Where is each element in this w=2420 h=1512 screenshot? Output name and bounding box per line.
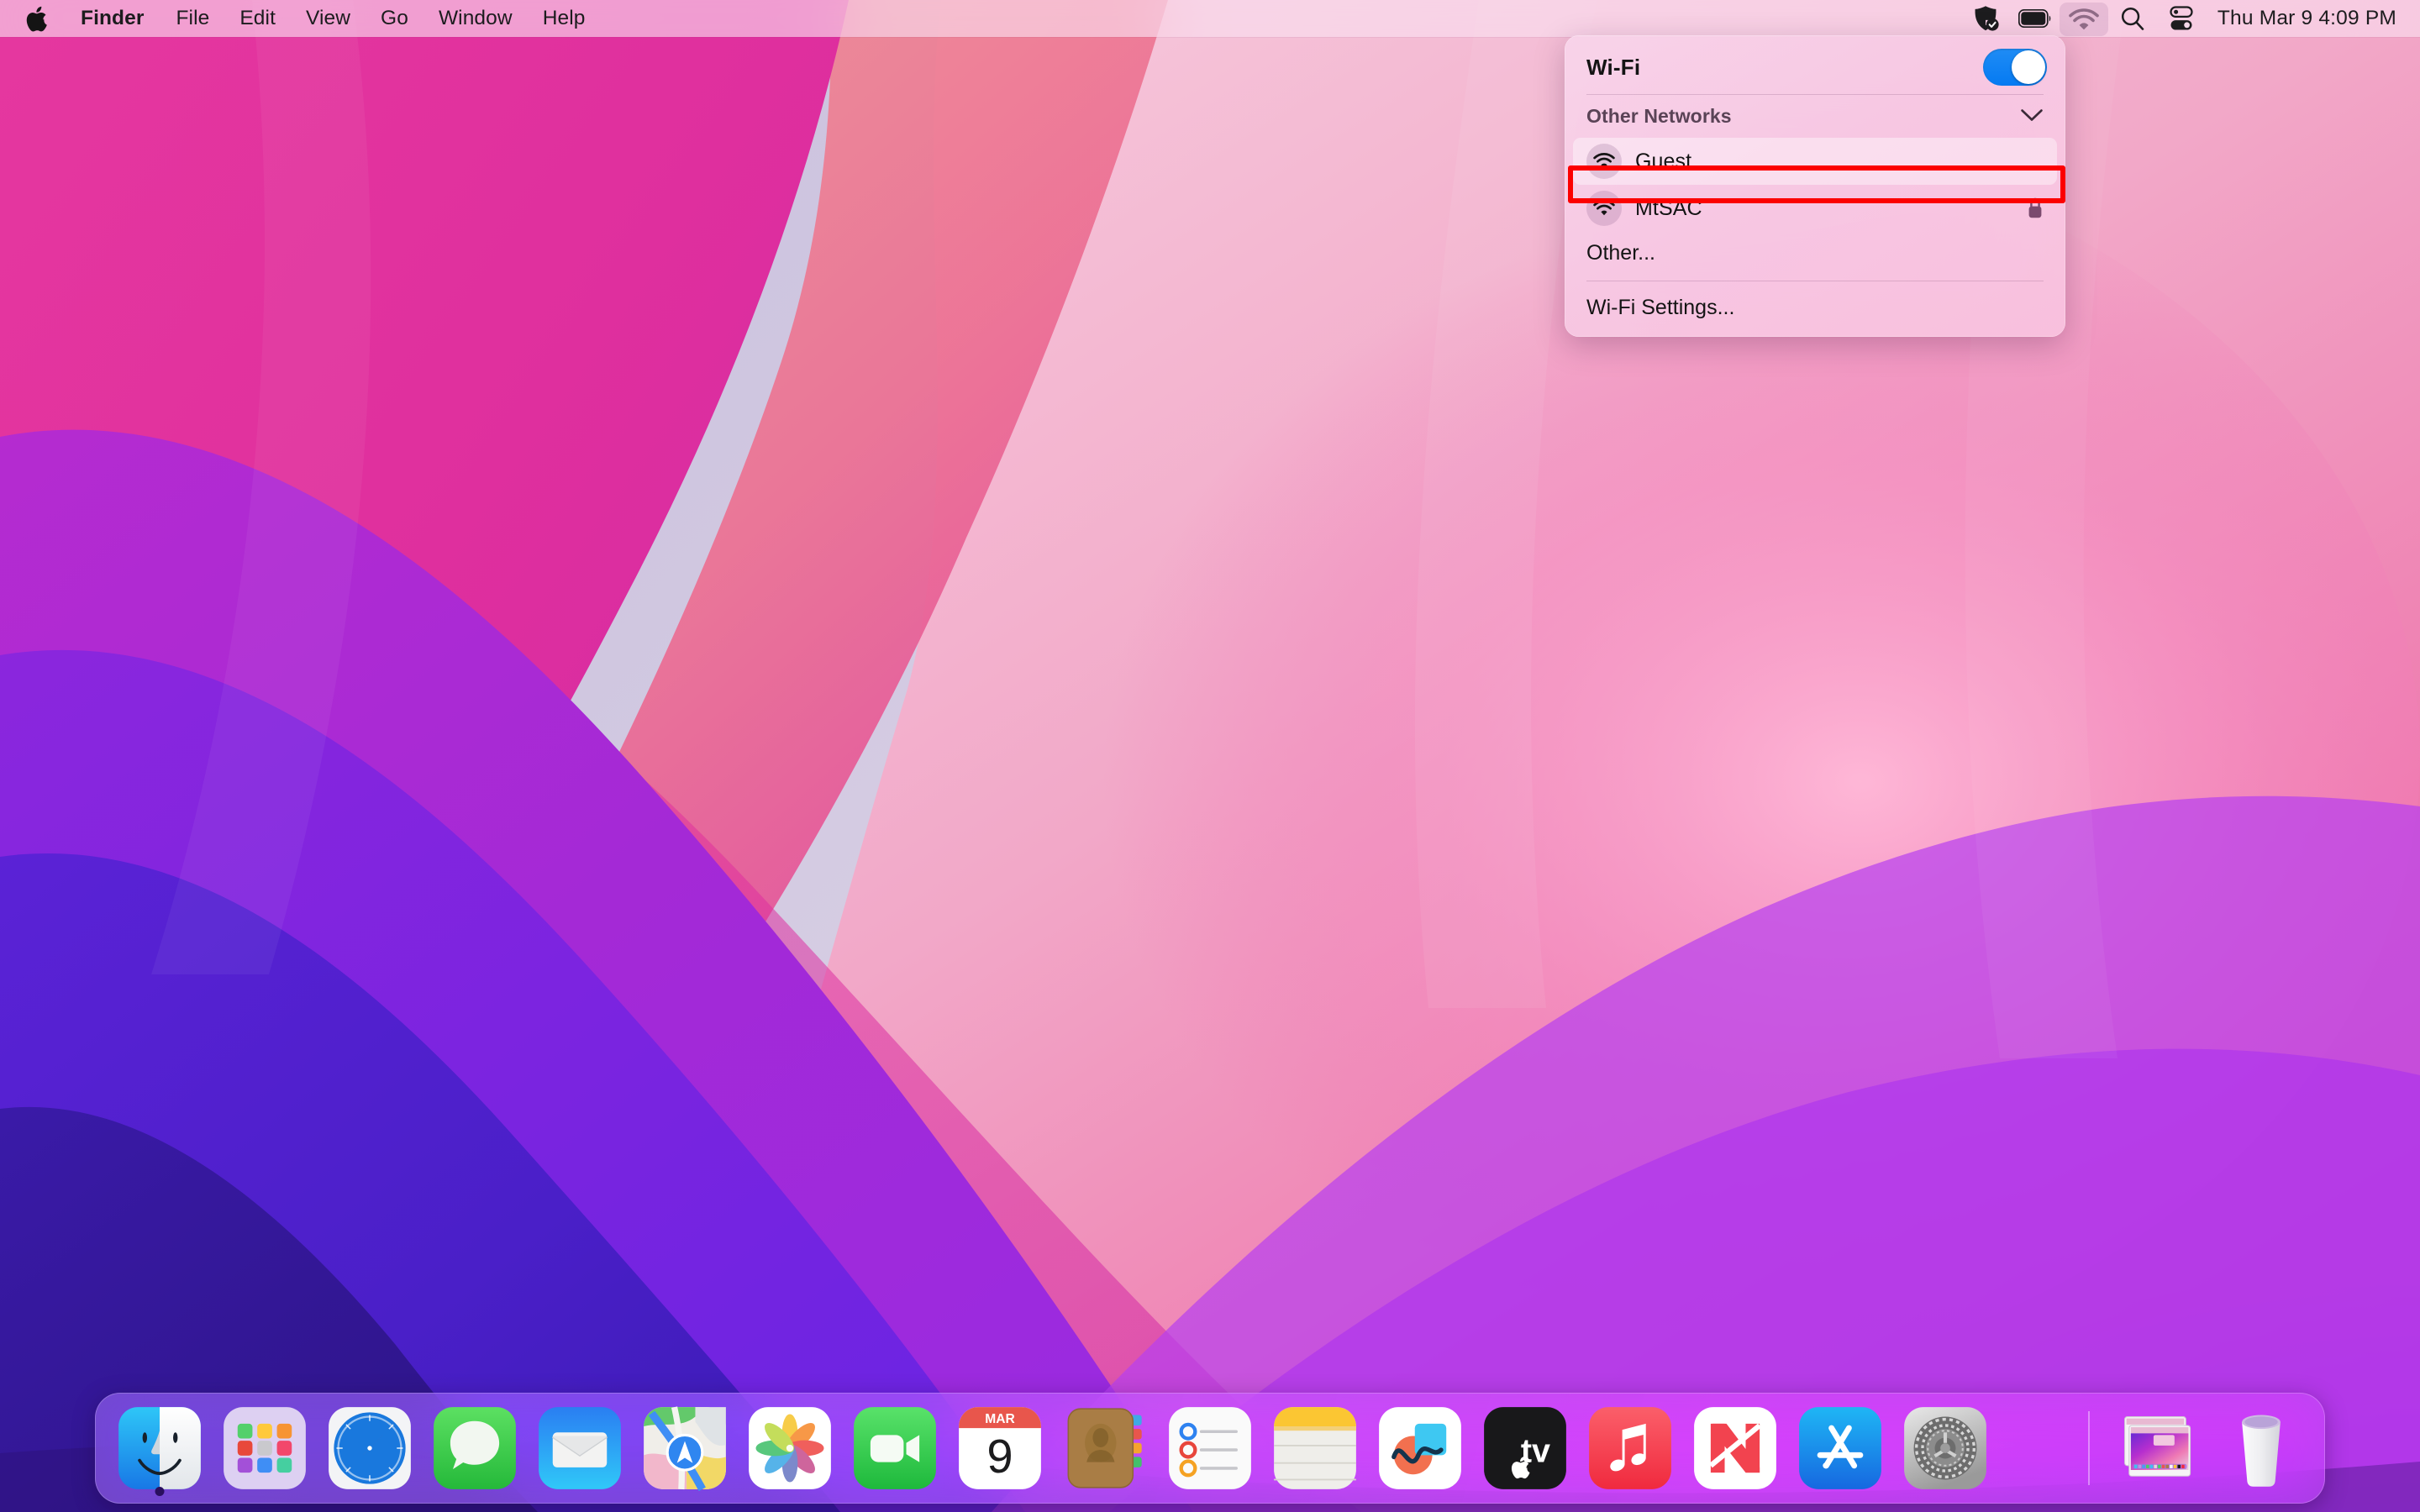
photos-icon (748, 1407, 831, 1489)
menu-bar-clock[interactable]: Thu Mar 9 4:09 PM (2206, 7, 2402, 30)
messages-icon (433, 1407, 516, 1489)
reminders-icon (1168, 1407, 1251, 1489)
system-settings-icon (1903, 1407, 1986, 1489)
contacts-icon (1067, 1408, 1142, 1488)
dock-item-calendar[interactable]: MAR 9 (947, 1393, 1052, 1504)
dock-item-system-settings[interactable] (1892, 1393, 1997, 1504)
menu-bar: Finder File Edit View Go Window Help Thu… (0, 0, 2420, 37)
other-networks-section-header[interactable]: Other Networks (1565, 95, 2065, 138)
appstore-icon (1798, 1407, 1881, 1489)
dock-item-contacts[interactable] (1052, 1393, 1157, 1504)
menu-item-finder[interactable]: Finder (60, 7, 160, 31)
menu-bar-app-menus: Finder File Edit View Go Window Help (0, 6, 600, 32)
shield-check-icon[interactable] (1962, 0, 2011, 37)
dock-item-reminders[interactable] (1157, 1393, 1262, 1504)
music-icon (1588, 1407, 1671, 1489)
other-label: Other... (1586, 240, 1655, 265)
calendar-day: 9 (986, 1430, 1013, 1483)
menu-item-go[interactable]: Go (366, 7, 424, 31)
wifi-dropdown-panel: Wi-Fi Other Networks Guest MtSAC Other..… (1565, 35, 2065, 337)
dock-item-screenshot-stack[interactable] (2103, 1393, 2208, 1504)
dock-item-mail[interactable] (527, 1393, 632, 1504)
dock-item-news[interactable] (1682, 1393, 1787, 1504)
dock-item-maps[interactable] (632, 1393, 737, 1504)
appletv-icon: tv (1483, 1407, 1566, 1489)
dock-item-messages[interactable] (422, 1393, 527, 1504)
running-indicator (155, 1487, 164, 1496)
menu-item-file[interactable]: File (160, 7, 224, 31)
menu-item-window[interactable]: Window (424, 7, 528, 31)
menu-item-help[interactable]: Help (528, 7, 601, 31)
desktop: Finder File Edit View Go Window Help Thu… (0, 0, 2420, 1512)
safari-icon (328, 1407, 411, 1489)
notes-icon (1273, 1407, 1356, 1489)
apple-logo-icon[interactable] (22, 6, 60, 32)
menu-item-view[interactable]: View (291, 7, 366, 31)
lock-icon (2027, 197, 2044, 219)
wifi-icon[interactable] (2059, 3, 2108, 36)
dock-item-appletv[interactable]: tv (1472, 1393, 1577, 1504)
wifi-panel-header: Wi-Fi (1565, 35, 2065, 94)
dock-item-safari[interactable] (317, 1393, 422, 1504)
dock: MAR 9 tv (95, 1393, 2325, 1504)
wifi-panel-title: Wi-Fi (1586, 54, 1641, 80)
dock-item-trash[interactable] (2208, 1393, 2313, 1504)
facetime-icon (853, 1407, 936, 1489)
screenshot-stack-icon (2123, 1416, 2191, 1477)
wifi-toggle-switch[interactable] (1983, 49, 2047, 86)
wifi-icon (1586, 191, 1622, 226)
mail-icon (538, 1407, 621, 1489)
dock-item-photos[interactable] (737, 1393, 842, 1504)
news-icon (1693, 1407, 1776, 1489)
dock-item-launchpad[interactable] (212, 1393, 317, 1504)
battery-icon[interactable] (2011, 0, 2060, 37)
trash-icon (2241, 1415, 2281, 1487)
freeform-icon (1378, 1407, 1461, 1489)
dock-item-appstore[interactable] (1787, 1393, 1892, 1504)
network-name-mtsac: MtSAC (1635, 196, 1702, 220)
calendar-icon: MAR 9 (958, 1407, 1041, 1489)
search-icon[interactable] (2108, 0, 2157, 37)
menu-item-edit[interactable]: Edit (224, 7, 291, 31)
wifi-settings-label: Wi-Fi Settings... (1586, 295, 1735, 319)
launchpad-icon (223, 1407, 306, 1489)
wifi-settings-option[interactable]: Wi-Fi Settings... (1573, 286, 2057, 328)
wifi-icon (1586, 144, 1622, 179)
maps-icon (643, 1406, 726, 1492)
dock-item-finder[interactable] (107, 1393, 212, 1504)
other-network-option[interactable]: Other... (1573, 232, 2057, 274)
dock-separator (2088, 1411, 2090, 1485)
wifi-toggle-knob (2012, 50, 2045, 84)
chevron-down-icon[interactable] (2020, 105, 2044, 128)
network-row-mtsac[interactable]: MtSAC (1573, 185, 2057, 232)
network-row-guest[interactable]: Guest (1573, 138, 2057, 185)
dock-item-facetime[interactable] (842, 1393, 947, 1504)
control-center-icon[interactable] (2157, 0, 2206, 37)
dock-item-freeform[interactable] (1367, 1393, 1472, 1504)
network-name-guest: Guest (1635, 149, 1692, 173)
finder-icon (118, 1407, 201, 1489)
svg-text:tv: tv (1520, 1433, 1549, 1470)
dock-item-notes[interactable] (1262, 1393, 1367, 1504)
dock-item-music[interactable] (1577, 1393, 1682, 1504)
menu-bar-status-items: Thu Mar 9 4:09 PM (1962, 0, 2420, 37)
other-networks-label: Other Networks (1586, 105, 1732, 127)
calendar-month: MAR (985, 1412, 1015, 1426)
